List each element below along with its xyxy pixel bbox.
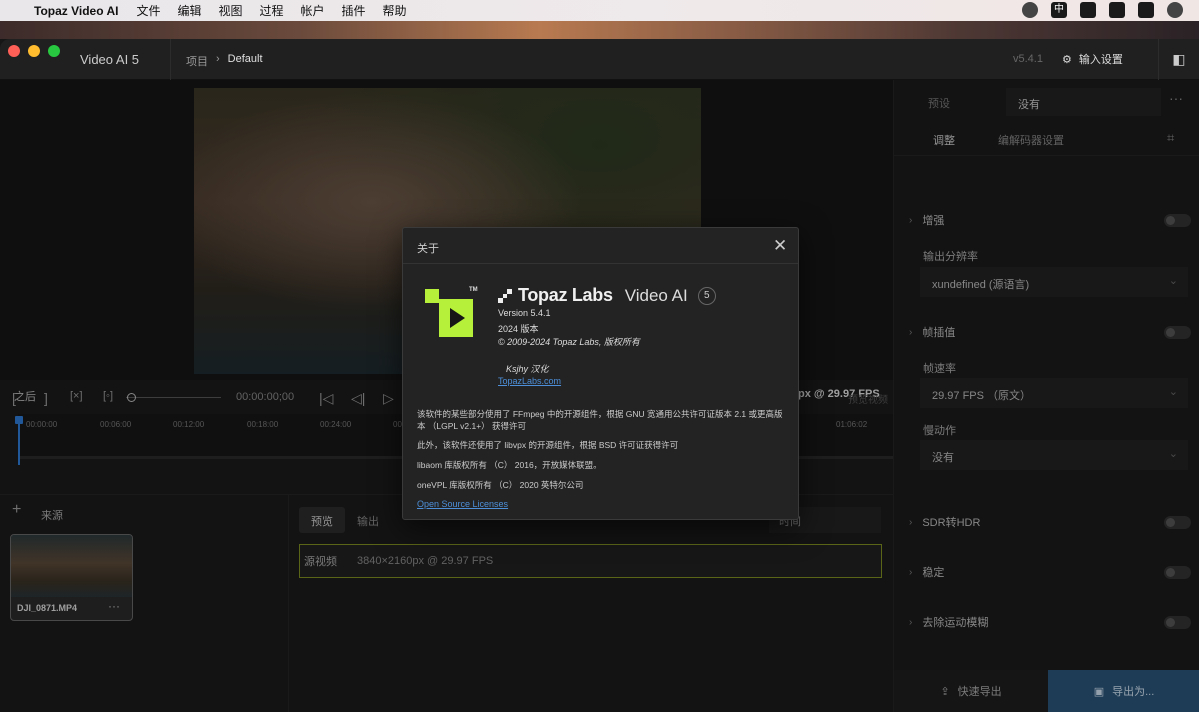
window-controls — [8, 45, 60, 57]
screen-icon[interactable] — [1138, 2, 1154, 18]
year-line: 2024 版本 — [498, 324, 539, 334]
close-icon[interactable]: ✕ — [773, 236, 787, 256]
notification-icon[interactable] — [1109, 2, 1125, 18]
copyright-line: © 2009-2024 Topaz Labs, 版权所有 — [498, 337, 640, 347]
input-settings-button[interactable]: ⚙ 输入设置 — [1062, 51, 1123, 67]
menu-account[interactable]: 帐户 — [301, 2, 325, 19]
toggle-sidebar-button[interactable]: ◧ — [1158, 39, 1199, 80]
version-label: v5.4.1 — [1013, 53, 1043, 65]
play-icon — [450, 308, 465, 328]
input-method-icon[interactable]: 中 — [1051, 2, 1067, 18]
app-brand: Video AI 5 — [80, 52, 140, 67]
topaz-video-logo: TM — [425, 287, 481, 337]
brand-name: Topaz Labs — [518, 285, 613, 305]
input-settings-label: 输入设置 — [1078, 54, 1123, 66]
app-icon[interactable] — [1080, 2, 1096, 18]
desktop-wallpaper — [0, 21, 1199, 39]
chevron-right-icon: › — [216, 53, 220, 65]
open-source-licenses-link[interactable]: Open Source Licenses — [417, 499, 508, 509]
ffmpeg-notice: 该软件的某些部分使用了 FFmpeg 中的开源组件，根据 GNU 宽通用公共许可… — [417, 409, 783, 431]
topaz-mark-icon — [498, 288, 512, 303]
menu-view[interactable]: 视图 — [218, 2, 242, 19]
about-dialog: 关于 ✕ TM Topaz Labs Video AI 5 Version 5.… — [402, 227, 799, 520]
menu-plugins[interactable]: 插件 — [342, 2, 366, 19]
dialog-header: 关于 ✕ — [403, 228, 798, 264]
product-name: Video AI — [624, 285, 688, 305]
menu-bar: Topaz Video AI 文件 编辑 视图 过程 帐户 插件 帮助 中 — [0, 0, 1199, 21]
menu-help[interactable]: 帮助 — [383, 2, 407, 19]
website-link[interactable]: TopazLabs.com — [498, 376, 561, 386]
close-window-button[interactable] — [8, 45, 20, 57]
gear-icon: ⚙ — [1062, 53, 1072, 66]
product-heading: Topaz Labs Video AI 5 — [498, 285, 716, 306]
menu-edit[interactable]: 编辑 — [177, 2, 201, 19]
version-line: Version 5.4.1 — [498, 308, 551, 318]
onevpl-notice: oneVPL 库版权所有 （C） 2020 英特尔公司 — [417, 480, 584, 490]
siri-icon[interactable] — [1022, 2, 1038, 18]
breadcrumb: 项目 › Default — [186, 53, 263, 69]
settings-icon[interactable] — [1167, 2, 1183, 18]
libaom-notice: libaom 库版权所有 （C） 2016，开放媒体联盟。 — [417, 460, 602, 470]
breadcrumb-projects[interactable]: 项目 — [186, 53, 208, 69]
dialog-title: 关于 — [417, 243, 439, 255]
trademark-label: TM — [469, 287, 478, 293]
version-badge: 5 — [697, 286, 716, 305]
zoom-window-button[interactable] — [48, 45, 60, 57]
logo-square — [425, 289, 439, 303]
menu-app-name[interactable]: Topaz Video AI — [34, 4, 118, 18]
menu-file[interactable]: 文件 — [136, 2, 160, 19]
sidebar-icon: ◧ — [1172, 51, 1186, 67]
translator-credit: Ksjhy 汉化 — [506, 364, 549, 374]
divider — [170, 39, 171, 80]
minimize-window-button[interactable] — [28, 45, 40, 57]
breadcrumb-current: Default — [227, 53, 263, 65]
title-bar: Video AI 5 项目 › Default v5.4.1 ⚙ 输入设置 ◧ — [0, 39, 1199, 80]
menu-process[interactable]: 过程 — [260, 2, 284, 19]
libvpx-notice: 此外，该软件还使用了 libvpx 的开源组件，根据 BSD 许可证获得许可 — [417, 440, 679, 450]
status-icons: 中 — [1022, 2, 1183, 18]
